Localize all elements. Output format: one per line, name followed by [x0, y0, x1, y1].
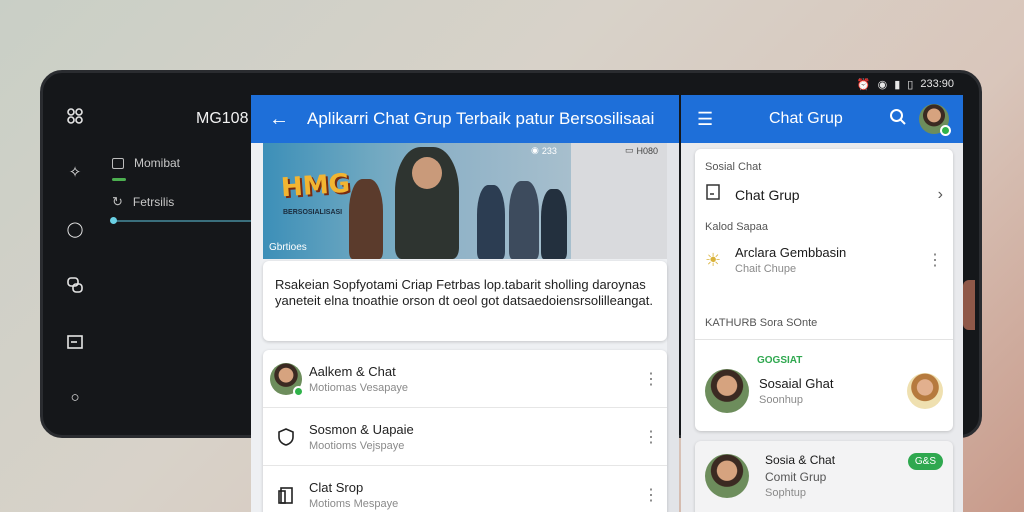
avatar — [907, 373, 943, 409]
alarm-icon: ⏰ — [856, 78, 871, 91]
sparkle-icon[interactable]: ✧ — [65, 162, 85, 182]
document-icon — [263, 485, 309, 505]
progress-slider[interactable] — [112, 220, 252, 222]
row-line2: Comit Grup — [765, 470, 827, 484]
slider-knob[interactable] — [110, 217, 117, 224]
avatar — [270, 362, 304, 397]
profile-avatar[interactable] — [919, 104, 951, 136]
avatar — [705, 454, 749, 498]
section-label: KATHURB Sora SOnte — [705, 317, 818, 329]
row-line3: Sophtup — [765, 487, 806, 499]
row-subtitle: Chait Chupe — [735, 263, 797, 275]
divider — [695, 339, 953, 340]
circle-small-icon[interactable]: ○ — [65, 388, 85, 408]
battery-icon: ▯ — [907, 78, 914, 91]
eye-icon: ◉ — [531, 145, 539, 155]
row-title: Chat Grup — [735, 186, 800, 203]
item-subtitle: Mootioms Vejspaye — [309, 439, 405, 452]
feature-tag: GOGSIAT — [757, 355, 803, 366]
middle-screen: ← Aplikarri Chat Grup Terbaik patur Bers… — [251, 95, 679, 512]
menu-icon[interactable]: ☰ — [697, 109, 737, 130]
views-badge: ◉ 233 — [531, 145, 557, 156]
sidebar-item-1[interactable]: Momibat — [112, 156, 180, 170]
right-header: ☰ Chat Grup — [681, 95, 963, 143]
sidebar-item-label: Fetrsilis — [132, 195, 175, 209]
list-item[interactable]: Aalkem & Chat Motiomas Vesapaye ⋮ — [263, 350, 667, 408]
row-title: Arclara Gembbasin — [735, 245, 847, 260]
shield-icon — [263, 427, 309, 447]
duration-badge: ▭ H080 — [625, 145, 659, 156]
right-title: Chat Grup — [769, 110, 843, 127]
groups-card: Sosial Chat Chat Grup › Kalod Sapaa ☀ Ar… — [695, 149, 953, 431]
video-caption: Gbrtioes — [269, 242, 307, 253]
chat-icon[interactable] — [65, 275, 85, 295]
chat-grup-row[interactable]: Chat Grup › — [705, 183, 943, 206]
bulb-icon: ☀ — [705, 249, 722, 270]
circle-icon[interactable]: ◯ — [65, 219, 85, 239]
item-title: Sosmon & Uapaie — [309, 421, 414, 437]
list-item[interactable]: Sosmon & Uapaie Mootioms Vejspaye ⋮ — [263, 408, 667, 466]
video-thumbnail[interactable]: HMG BERSOSIALISASI Gbrtioes — [263, 143, 571, 259]
play-icon — [112, 157, 124, 169]
row-title: Sosaial Ghat — [759, 376, 834, 391]
background-edge — [963, 280, 975, 330]
group-card-row: Sosia & Chat Comit Grup Sophtup — [705, 453, 943, 499]
video-side-panel — [571, 143, 667, 259]
feature-row[interactable]: Sosaial Ghat Soonhup — [705, 369, 943, 413]
side-strip — [667, 143, 679, 512]
video-icon: ▭ — [625, 145, 634, 155]
more-vert-icon[interactable]: ⋮ — [635, 485, 667, 505]
section-label: Sosial Chat — [705, 161, 762, 173]
wifi-icon: ◉ — [877, 78, 888, 91]
person-face — [412, 157, 442, 189]
avatar — [705, 369, 749, 413]
description-card: Rsakeian Sopfyotami Criap Fetrbas lop.ta… — [263, 261, 667, 341]
chat-list: Aalkem & Chat Motiomas Vesapaye ⋮ Sosmon… — [263, 350, 667, 512]
row-subtitle: Soonhup — [759, 394, 804, 406]
item-title: Aalkem & Chat — [309, 363, 396, 379]
video-logo-sub: BERSOSIALISASI — [283, 209, 343, 216]
right-screen: ☰ Chat Grup Sosial Chat Chat Grup › Kalo… — [681, 95, 963, 512]
more-vert-icon[interactable]: ⋮ — [635, 427, 667, 447]
grid-icon[interactable] — [65, 106, 85, 126]
person-figure — [509, 181, 539, 259]
person-figure — [477, 185, 505, 259]
search-icon[interactable] — [889, 108, 907, 131]
item-subtitle: Motioms Mespaye — [309, 498, 399, 510]
signal-icon: ▮ — [894, 78, 901, 91]
chevron-right-icon: › — [937, 185, 943, 203]
online-dot — [940, 125, 951, 136]
app-header: ← Aplikarri Chat Grup Terbaik patur Bers… — [251, 95, 679, 143]
status-time: 233:90 — [920, 78, 954, 90]
item-title: Clat Srop — [309, 480, 364, 495]
person-figure — [541, 189, 567, 259]
video-logo: HMG — [280, 168, 351, 204]
list-item[interactable]: Clat Srop Motioms Mespaye ⋮ — [263, 466, 667, 512]
group-row[interactable]: ☀ Arclara Gembbasin Chait Chupe ⋮ — [705, 245, 943, 275]
window-icon[interactable] — [65, 332, 85, 352]
dark-sidebar: MG108 Momibat ↻ Fetrsilis — [100, 96, 252, 422]
person-figure — [349, 179, 383, 259]
group-card[interactable]: G&S Sosia & Chat Comit Grup Sophtup — [695, 441, 953, 512]
item-subtitle: Motiomas Vesapaye — [309, 381, 409, 394]
box-icon — [705, 183, 735, 206]
status-bar: ⏰ ◉ ▮ ▯ 233:90 — [680, 74, 962, 94]
description-text: Rsakeian Sopfyotami Criap Fetrbas lop.ta… — [275, 277, 653, 308]
more-vert-icon[interactable]: ⋮ — [927, 250, 943, 270]
sidebar-item-2[interactable]: ↻ Fetrsilis — [112, 194, 174, 210]
side-rail: ✧ ◯ ○ — [52, 96, 98, 422]
row-title: Sosia & Chat — [765, 453, 836, 467]
sidebar-item-label: Momibat — [134, 156, 181, 170]
online-dot — [293, 385, 304, 397]
page-title: Aplikarri Chat Grup Terbaik patur Bersos… — [307, 109, 655, 128]
more-vert-icon[interactable]: ⋮ — [635, 369, 667, 389]
arrow-left-icon[interactable]: ← — [269, 108, 289, 131]
refresh-icon: ↻ — [112, 194, 123, 209]
section-label: Kalod Sapaa — [705, 221, 768, 233]
active-indicator — [112, 178, 126, 181]
sidebar-title: MG108 — [196, 110, 249, 127]
